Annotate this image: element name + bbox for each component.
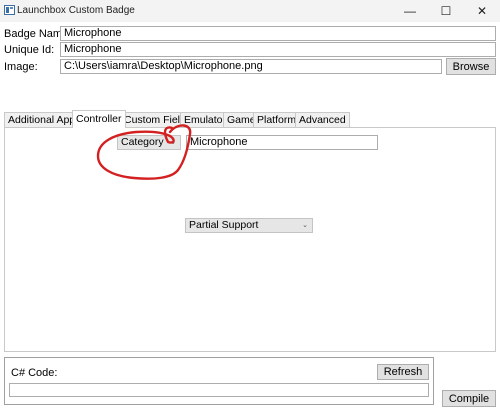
image-label: Image: <box>4 61 38 73</box>
compile-button[interactable]: Compile <box>442 390 496 407</box>
image-path-input[interactable]: C:\Users\iamra\Desktop\Microphone.png <box>60 59 442 74</box>
csharp-code-input[interactable] <box>9 383 429 397</box>
refresh-button[interactable]: Refresh <box>377 364 429 380</box>
app-icon <box>4 5 15 15</box>
support-level-dropdown-value: Partial Support <box>189 219 259 231</box>
csharp-code-group: C# Code: Refresh <box>4 357 434 405</box>
minimize-button[interactable]: — <box>392 0 428 22</box>
browse-button[interactable]: Browse <box>446 58 496 75</box>
controller-tab-panel <box>4 127 496 352</box>
unique-id-label: Unique Id: <box>4 44 55 56</box>
maximize-button[interactable]: ☐ <box>428 0 464 22</box>
window-title: Launchbox Custom Badge <box>17 5 135 16</box>
close-button[interactable]: ✕ <box>464 0 500 22</box>
category-value-input[interactable]: Microphone <box>186 135 378 150</box>
title-bar: Launchbox Custom Badge — ☐ ✕ <box>0 0 500 22</box>
badge-name-input[interactable]: Microphone <box>60 26 496 41</box>
csharp-code-label: C# Code: <box>11 367 58 379</box>
red-circle-annotation <box>96 124 192 180</box>
tab-additional-app[interactable]: Additional App <box>4 112 80 127</box>
tab-platform[interactable]: Platform <box>253 112 301 127</box>
tab-advanced[interactable]: Advanced <box>295 112 350 127</box>
chevron-down-icon: ⌄ <box>302 222 308 229</box>
unique-id-input[interactable]: Microphone <box>60 42 496 57</box>
support-level-dropdown[interactable]: Partial Support ⌄ <box>185 218 313 233</box>
